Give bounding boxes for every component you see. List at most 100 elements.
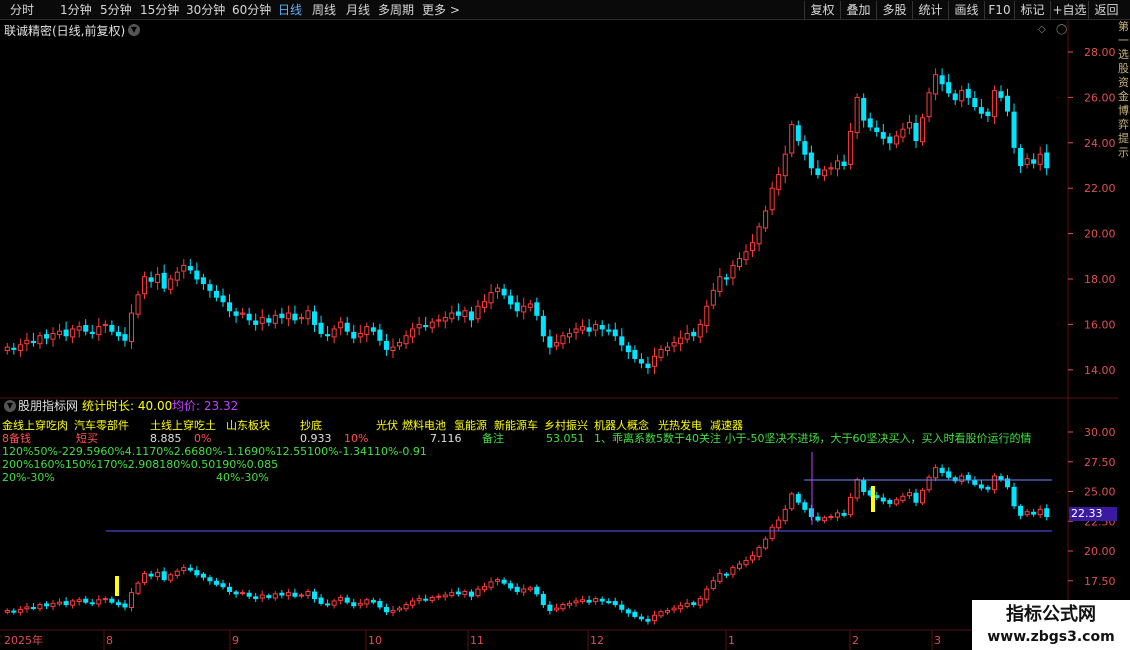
fuquan-button[interactable]: 复权 (804, 1, 840, 19)
candle-body (867, 118, 873, 128)
x-axis-label: 11 (470, 634, 484, 647)
mark-button[interactable]: 标记 (1014, 1, 1050, 19)
candle-body (769, 526, 775, 540)
overlay-value: 0.933 (300, 432, 332, 445)
period-1min[interactable]: 1分钟 (60, 2, 92, 18)
candle-body (835, 160, 841, 170)
candle-body (312, 591, 318, 600)
candle-body (253, 320, 259, 325)
candle-body (1037, 508, 1043, 516)
candle-body (285, 592, 291, 597)
candle-body (37, 335, 43, 345)
candle-body (933, 74, 939, 95)
candle-body (429, 321, 435, 329)
candle-body (168, 278, 174, 290)
x-axis-label: 8 (106, 634, 113, 647)
candle-body (220, 583, 226, 588)
overlay-row: 20%-30% (2, 471, 55, 484)
add-favorite-button[interactable]: +自选 (1050, 1, 1088, 19)
candle-body (848, 496, 854, 516)
candle-body (115, 602, 121, 606)
candle-body (285, 312, 291, 320)
period-5min[interactable]: 5分钟 (100, 2, 132, 18)
candle-body (736, 258, 742, 268)
candle-body (815, 168, 821, 176)
candle-body (893, 135, 899, 145)
circle-icon[interactable]: ◯ (1056, 24, 1067, 35)
candle-body (893, 499, 899, 505)
candle-body (11, 610, 17, 613)
x-axis-label: 10 (368, 634, 382, 647)
candle-body (272, 314, 278, 324)
period-weekly[interactable]: 周线 (312, 2, 336, 18)
candle-body (83, 598, 89, 603)
candle-body (200, 573, 206, 578)
x-axis-label: 12 (590, 634, 604, 647)
stats-button[interactable]: 统计 (912, 1, 948, 19)
back-button[interactable]: 返回 (1088, 1, 1124, 19)
candle-body (985, 111, 991, 117)
candle-body (298, 594, 304, 597)
candle-body (861, 98, 867, 121)
period-monthly[interactable]: 月线 (346, 2, 370, 18)
candle-body (416, 598, 422, 601)
x-axis-label: 1 (728, 634, 735, 647)
period-more[interactable]: 更多 > (422, 2, 460, 18)
candle-body (109, 598, 115, 603)
overlay-button[interactable]: 叠加 (840, 1, 876, 19)
candle-body (102, 598, 108, 601)
diamond-icon[interactable]: ◇ (1038, 24, 1046, 35)
candle-body (24, 606, 30, 610)
candle-body (24, 339, 30, 345)
watermark-title: 指标公式网 (1006, 604, 1096, 625)
candle-body (442, 594, 448, 598)
candle-body (508, 583, 514, 589)
overlay-tag: 光伏 (376, 419, 398, 432)
right-side-panel[interactable]: 第一选股资金博弈提示 (1118, 20, 1130, 400)
period-30min[interactable]: 30分钟 (186, 2, 225, 18)
candle-body (612, 329, 618, 337)
candle-body (573, 600, 579, 604)
candle-body (972, 98, 978, 107)
overlay-row: 200%160%150%170%2.908180%0.50190%0.085 (2, 458, 279, 471)
candle-body (298, 317, 304, 320)
chevron-down-icon[interactable]: ▼ (4, 400, 16, 412)
period-60min[interactable]: 60分钟 (232, 2, 271, 18)
candle-body (795, 493, 801, 503)
period-multi[interactable]: 多周期 (378, 2, 414, 18)
candle-body (828, 167, 834, 170)
candle-body (501, 579, 507, 584)
candle-body (436, 595, 442, 598)
candle-body (985, 486, 991, 490)
period-daily[interactable]: 日线 (278, 2, 302, 18)
candle-body (678, 337, 684, 345)
candle-body (17, 344, 23, 352)
candle-body (553, 342, 559, 347)
overlay-value: 53.051 (546, 432, 585, 445)
candle-body (697, 598, 703, 606)
candle-body (527, 587, 533, 591)
period-15min[interactable]: 15分钟 (140, 2, 179, 18)
multi-stock-button[interactable]: 多股 (876, 1, 912, 19)
candle-body (325, 603, 331, 606)
candle-body (305, 310, 311, 320)
candle-body (593, 323, 599, 331)
candle-body (828, 515, 834, 518)
overlay-value: 短买 (76, 432, 98, 445)
f10-button[interactable]: F10 (984, 1, 1014, 19)
candle-body (763, 210, 769, 229)
period-fenshi[interactable]: 分时 (10, 2, 34, 18)
candle-body (560, 335, 566, 345)
candle-body (534, 302, 540, 316)
candle-body (534, 586, 540, 595)
draw-line-button[interactable]: 画线 (948, 1, 984, 19)
candle-body (1018, 505, 1024, 516)
overlay-value: 8备钱 (2, 432, 31, 445)
candle-body (965, 88, 971, 98)
candle-body (377, 601, 383, 608)
candle-body (874, 127, 880, 132)
candle-body (808, 152, 814, 169)
candle-body (514, 302, 520, 312)
main-candles (4, 68, 1050, 374)
candle-body (632, 350, 638, 359)
